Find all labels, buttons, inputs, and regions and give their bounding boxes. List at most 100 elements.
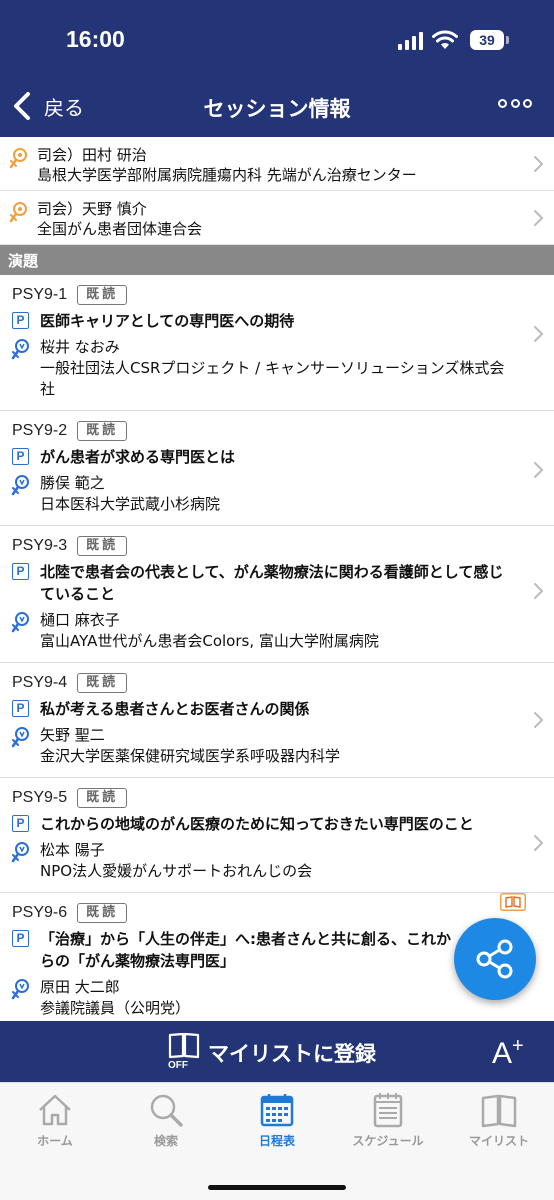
read-badge: 既読 bbox=[77, 285, 128, 305]
speaker-icon bbox=[11, 475, 29, 496]
speaker-affiliation: 日本医科大学武蔵小杉病院 bbox=[40, 495, 221, 513]
schedule-icon bbox=[373, 1093, 403, 1128]
battery-indicator: 39 bbox=[470, 30, 509, 50]
read-badge: 既読 bbox=[77, 903, 128, 923]
more-dot-icon bbox=[523, 98, 532, 108]
speaker-icon bbox=[11, 727, 29, 748]
home-icon bbox=[39, 1094, 71, 1126]
mylist-book-icon bbox=[500, 893, 526, 911]
wifi-icon bbox=[432, 30, 458, 49]
presentation-item[interactable]: PSY9-4 既読 P 私が考える患者さんとお医者さんの関係 矢野 聖二 金沢大… bbox=[0, 663, 554, 778]
presentation-id: PSY9-4 bbox=[12, 674, 68, 691]
share-button[interactable] bbox=[454, 918, 536, 1000]
nav-bar: 戻る セッション情報 bbox=[0, 80, 554, 137]
book-icon bbox=[481, 1094, 517, 1128]
speaker-name: 桜井 なおみ bbox=[40, 338, 120, 356]
home-indicator bbox=[208, 1185, 346, 1190]
presentation-id: PSY9-5 bbox=[12, 789, 68, 806]
speaker-affiliation: 富山AYA世代がん患者会Colors, 富山大学附属病院 bbox=[40, 632, 379, 650]
app-header: 16:00 39 戻る セッション情報 bbox=[0, 0, 554, 137]
cellular-signal-icon bbox=[398, 32, 423, 50]
presentation-icon: P bbox=[12, 448, 29, 465]
tab-label: ホーム bbox=[37, 1134, 73, 1148]
presentation-title: これからの地域のがん医療のために知っておきたい専門医のこと bbox=[40, 815, 474, 833]
presentation-id: PSY9-1 bbox=[12, 286, 68, 303]
chevron-right-icon bbox=[534, 156, 544, 172]
chair-person-icon bbox=[9, 148, 27, 169]
tab-label: マイリスト bbox=[468, 1134, 529, 1148]
tab-schedule[interactable]: スケジュール bbox=[333, 1091, 443, 1149]
speaker-icon bbox=[11, 612, 29, 633]
tab-bar: ホーム 検索 日程表 スケジュール マイリスト bbox=[0, 1082, 554, 1200]
speaker-icon bbox=[11, 339, 29, 360]
speaker-name: 矢野 聖二 bbox=[40, 726, 105, 744]
chair-name: 司会）田村 研治 bbox=[37, 146, 147, 164]
speaker-name: 原田 大二郎 bbox=[40, 978, 120, 996]
presentation-id: PSY9-6 bbox=[12, 904, 68, 921]
tab-home[interactable]: ホーム bbox=[0, 1091, 110, 1149]
speaker-name: 勝俣 範之 bbox=[40, 474, 105, 492]
more-options-button[interactable] bbox=[498, 96, 532, 110]
session-content[interactable]: 司会）田村 研治 島根大学医学部附属病院腫瘍内科 先端がん治療センター 司会）天… bbox=[0, 137, 554, 1021]
chevron-right-icon bbox=[534, 835, 544, 851]
tab-label: 日程表 bbox=[258, 1134, 295, 1148]
presentation-title: 北陸で患者会の代表として、がん薬物療法に関わる看護師として感じていること bbox=[40, 563, 504, 603]
presentation-icon: P bbox=[12, 563, 29, 580]
presentation-id: PSY9-3 bbox=[12, 537, 68, 554]
chevron-right-icon bbox=[534, 326, 544, 342]
chair-name: 司会）天野 慎介 bbox=[37, 200, 147, 218]
add-to-mylist-button[interactable]: OFF マイリストに登録 bbox=[168, 1031, 376, 1075]
presentation-item[interactable]: PSY9-2 既読 P がん患者が求める専門医とは 勝俣 範之 日本医科大学武蔵… bbox=[0, 411, 554, 526]
chair-row[interactable]: 司会）天野 慎介 全国がん患者団体連合会 bbox=[0, 191, 554, 245]
tab-timetable[interactable]: 日程表 bbox=[222, 1091, 332, 1149]
read-badge: 既読 bbox=[77, 536, 128, 556]
page-title: セッション情報 bbox=[203, 97, 351, 121]
presentation-icon: P bbox=[12, 815, 29, 832]
presentation-title: 私が考える患者さんとお医者さんの関係 bbox=[40, 700, 310, 718]
speaker-name: 樋口 麻衣子 bbox=[40, 611, 120, 629]
more-dot-icon bbox=[510, 98, 520, 108]
chair-row[interactable]: 司会）田村 研治 島根大学医学部附属病院腫瘍内科 先端がん治療センター bbox=[0, 137, 554, 191]
share-icon bbox=[476, 939, 513, 979]
presentation-title: 医師キャリアとしての専門医への期待 bbox=[40, 312, 295, 330]
presentation-title: がん患者が求める専門医とは bbox=[40, 448, 236, 466]
speaker-name: 松本 陽子 bbox=[40, 841, 105, 859]
book-icon bbox=[168, 1032, 200, 1059]
font-size-button[interactable]: A+ bbox=[492, 1035, 524, 1071]
calendar-icon bbox=[260, 1094, 294, 1127]
mylist-bar: OFF マイリストに登録 A+ bbox=[0, 1021, 554, 1082]
tab-mylist[interactable]: マイリスト bbox=[444, 1091, 554, 1149]
chevron-right-icon bbox=[534, 583, 544, 599]
status-bar: 16:00 39 bbox=[0, 0, 554, 80]
read-badge: 既読 bbox=[77, 788, 128, 808]
read-badge: 既読 bbox=[77, 673, 128, 693]
chair-affiliation: 全国がん患者団体連合会 bbox=[37, 220, 203, 238]
speaker-affiliation: 参議院議員（公明党） bbox=[40, 999, 191, 1017]
tab-label: スケジュール bbox=[352, 1134, 424, 1148]
chair-person-icon bbox=[9, 202, 27, 223]
mylist-label: マイリストに登録 bbox=[208, 1042, 376, 1066]
presentation-icon: P bbox=[12, 930, 29, 947]
status-time: 16:00 bbox=[66, 26, 125, 52]
chair-affiliation: 島根大学医学部附属病院腫瘍内科 先端がん治療センター bbox=[37, 166, 417, 184]
chevron-right-icon bbox=[534, 462, 544, 478]
speaker-icon bbox=[11, 842, 29, 863]
presentation-item[interactable]: PSY9-5 既読 P これからの地域のがん医療のために知っておきたい専門医のこ… bbox=[0, 778, 554, 893]
presentation-title: 「治療」から「人生の伴走」へ:患者さんと共に創る、これからの「がん薬物療法専門医… bbox=[40, 930, 452, 970]
more-dot-icon bbox=[498, 98, 507, 108]
speaker-affiliation: 金沢大学医薬保健研究域医学系呼吸器内科学 bbox=[40, 747, 341, 765]
search-icon bbox=[150, 1094, 183, 1127]
speaker-icon bbox=[11, 979, 29, 1000]
section-header: 演題 bbox=[0, 245, 554, 275]
font-size-plus: + bbox=[512, 1035, 524, 1057]
chevron-right-icon bbox=[534, 210, 544, 226]
tab-label: 検索 bbox=[153, 1134, 178, 1148]
presentation-item[interactable]: PSY9-3 既読 P 北陸で患者会の代表として、がん薬物療法に関わる看護師とし… bbox=[0, 526, 554, 663]
read-badge: 既読 bbox=[77, 421, 128, 441]
mylist-off-label: OFF bbox=[168, 1060, 188, 1071]
tab-search[interactable]: 検索 bbox=[111, 1091, 221, 1149]
chevron-right-icon bbox=[534, 712, 544, 728]
presentation-item[interactable]: PSY9-1 既読 P 医師キャリアとしての専門医への期待 桜井 なおみ 一般社… bbox=[0, 275, 554, 411]
speaker-affiliation: 一般社団法人CSRプロジェクト / キャンサーソリューションズ株式会社 bbox=[40, 359, 505, 398]
mylist-toggle: OFF bbox=[168, 1032, 200, 1074]
